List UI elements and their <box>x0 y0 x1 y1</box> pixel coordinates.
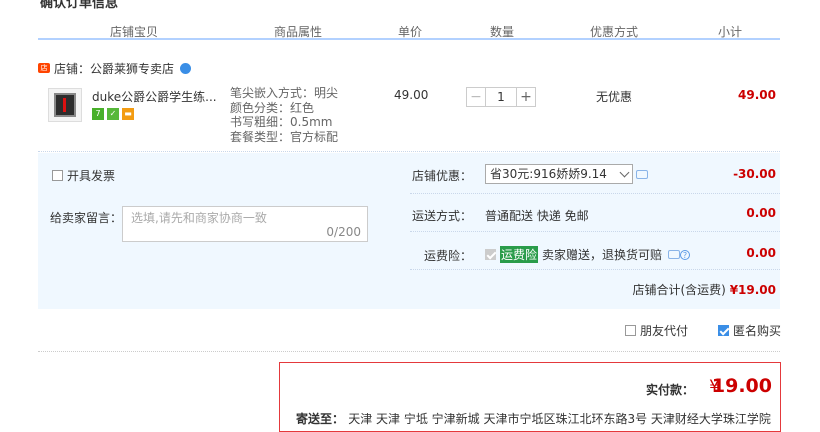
shop-discount-label: 店铺优惠： <box>412 169 473 183</box>
attribute-line: 颜色分类：红色 <box>230 100 315 115</box>
payment-summary: 实付款： ¥ 19.00 寄送至： 天津 天津 宁坻 宁津新城 天津市宁坻区珠江… <box>279 362 781 432</box>
column-header: 优惠方式 <box>590 25 639 39</box>
table-header: 店铺宝贝 商品属性 单价 数量 优惠方式 小计 <box>38 20 780 40</box>
friend-pay-label: 朋友代付 <box>640 324 689 338</box>
address-label: 寄送至： <box>296 412 345 426</box>
column-header: 店铺宝贝 <box>110 25 159 39</box>
promotion-text: 无优惠 <box>596 90 633 104</box>
service-badges: 7 ✓ ▬ <box>92 108 134 120</box>
shop-total-amount: ¥19.00 <box>729 283 776 297</box>
attribute-line: 笔尖嵌入方式：明尖 <box>230 86 339 100</box>
column-header: 单价 <box>398 25 423 39</box>
address-text: 天津 天津 宁坻 宁津新城 天津市宁坻区珠江北环东路3号 天津财经大学珠江学院 <box>348 412 771 426</box>
shop-label: 店铺： <box>54 61 91 76</box>
payment-label: 实付款： <box>645 383 694 397</box>
increase-button[interactable]: + <box>516 87 536 107</box>
anonymous-option[interactable]: 匿名购买 <box>718 322 781 339</box>
insurance-row: 运费险 卖家赠送，退换货可赔 ? <box>485 246 691 263</box>
guarantee-icon[interactable]: ✓ <box>107 108 119 120</box>
shop-discount-select[interactable]: 省30元:916娇娇9.14 <box>485 164 633 184</box>
shipping-label: 运送方式： <box>412 209 473 223</box>
message-field[interactable]: 0/200 <box>122 206 368 242</box>
verified-icon[interactable] <box>180 62 192 74</box>
item-subtotal: 49.00 <box>738 88 776 102</box>
shop-discount-amount: -30.00 <box>733 167 776 181</box>
help-icon[interactable]: ? <box>680 249 691 260</box>
payment-amount: 19.00 <box>711 375 772 397</box>
message-input[interactable] <box>131 211 351 225</box>
anonymous-checkbox[interactable] <box>718 325 729 336</box>
shop-name-link[interactable]: 公爵莱狮专卖店 <box>90 60 174 77</box>
column-header: 数量 <box>490 25 515 39</box>
shop-discount-selected: 省30元:916娇娇9.14 <box>490 167 607 181</box>
product-attributes: 笔尖嵌入方式：明尖 颜色分类：红色 书写粗细：0.5mm 套餐类型：官方标配 <box>230 86 338 144</box>
message-label: 给卖家留言： <box>50 211 123 225</box>
unit-price: 49.00 <box>394 88 429 102</box>
invoice-label: 开具发票 <box>67 169 116 183</box>
invoice-checkbox[interactable]: 开具发票 <box>52 167 115 184</box>
insurance-highlight: 运费险 <box>500 246 539 263</box>
product-thumbnail[interactable] <box>48 88 82 122</box>
order-options-panel: 开具发票 给卖家留言： 0/200 店铺优惠： 省30元:916娇娇9.14 -… <box>38 153 780 309</box>
friend-pay-checkbox[interactable] <box>625 325 636 336</box>
shop-icon: 店 <box>38 63 50 73</box>
shipping-method: 普通配送 快递 免邮 <box>485 209 589 223</box>
decrease-button[interactable]: − <box>466 87 486 107</box>
seven-day-return-icon[interactable]: 7 <box>92 108 104 120</box>
chat-icon[interactable] <box>636 170 648 179</box>
friend-pay-option[interactable]: 朋友代付 <box>625 322 688 339</box>
insurance-label: 运费险： <box>424 249 473 263</box>
attribute-line: 套餐类型：官方标配 <box>230 129 339 144</box>
chat-icon[interactable] <box>668 250 681 259</box>
shop-total-label: 店铺合计(含运费) <box>632 283 726 297</box>
credit-card-icon[interactable]: ▬ <box>122 108 134 120</box>
column-header: 小计 <box>718 25 743 39</box>
column-header: 商品属性 <box>274 25 323 39</box>
order-item-row: duke公爵公爵学生练... 7 ✓ ▬ 笔尖嵌入方式：明尖 颜色分类：红色 书… <box>38 80 780 152</box>
anonymous-label: 匿名购买 <box>733 324 782 338</box>
divider <box>38 351 780 352</box>
insurance-checkbox[interactable] <box>485 249 496 260</box>
shipping-amount: 0.00 <box>746 206 776 220</box>
chevron-down-icon <box>619 167 630 178</box>
quantity-input[interactable]: 1 <box>486 87 516 107</box>
attribute-line: 书写粗细：0.5mm <box>230 115 333 129</box>
shop-total: 店铺合计(含运费) ¥19.00 <box>632 281 776 298</box>
product-title-link[interactable]: duke公爵公爵学生练... <box>92 88 217 105</box>
shop-row: 店 店铺： 公爵莱狮专卖店 <box>38 58 192 78</box>
checkbox-icon[interactable] <box>52 170 63 181</box>
page-title: 确认订单信息 <box>40 0 119 11</box>
message-char-count: 0/200 <box>326 225 361 239</box>
quantity-stepper: − 1 + <box>466 87 536 107</box>
insurance-text: 卖家赠送，退换货可赔 <box>542 248 663 262</box>
insurance-amount: 0.00 <box>746 246 776 260</box>
